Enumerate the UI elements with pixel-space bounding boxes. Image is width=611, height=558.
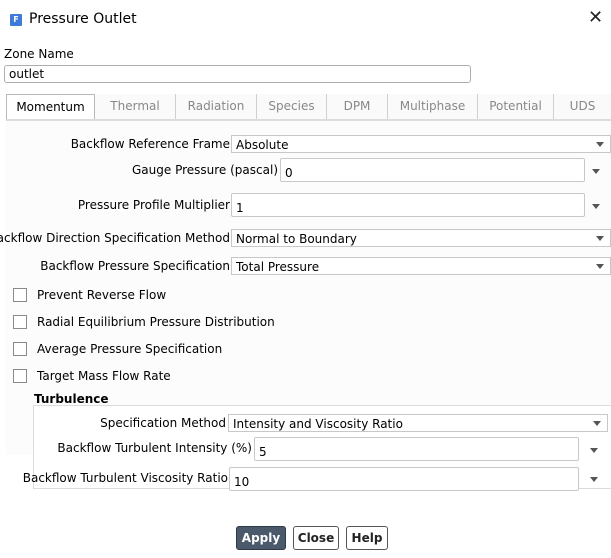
- zone-name-label: Zone Name: [4, 47, 74, 61]
- backflow-reference-frame-value: Absolute: [236, 138, 289, 152]
- prevent-reverse-flow-checkbox[interactable]: [13, 288, 27, 302]
- turbulent-intensity-label: Backflow Turbulent Intensity (%): [57, 441, 252, 455]
- gauge-pressure-input[interactable]: 0: [280, 158, 585, 182]
- window-title: Pressure Outlet: [29, 11, 137, 27]
- pressure-profile-multiplier-value: 1: [236, 201, 244, 215]
- backflow-direction-method-label: Backflow Direction Specification Method: [0, 231, 230, 245]
- backflow-reference-frame-select[interactable]: Absolute: [231, 135, 611, 153]
- backflow-direction-method-select[interactable]: Normal to Boundary: [231, 229, 611, 247]
- specification-method-label: Specification Method: [100, 416, 226, 430]
- turbulent-intensity-value: 5: [259, 445, 267, 459]
- pressure-profile-multiplier-dropdown-icon[interactable]: [592, 204, 600, 209]
- target-mass-flow-checkbox[interactable]: [13, 369, 27, 383]
- average-pressure-checkbox[interactable]: [13, 342, 27, 356]
- tab-potential[interactable]: Potential: [478, 94, 554, 119]
- prevent-reverse-flow-label: Prevent Reverse Flow: [37, 288, 167, 302]
- backflow-direction-method-value: Normal to Boundary: [236, 232, 357, 246]
- tab-radiation[interactable]: Radiation: [176, 94, 257, 119]
- viscosity-ratio-value: 10: [234, 475, 250, 489]
- pressure-profile-multiplier-input[interactable]: 1: [231, 193, 585, 217]
- specification-method-value: Intensity and Viscosity Ratio: [233, 417, 403, 431]
- apply-button[interactable]: Apply: [236, 526, 286, 550]
- backflow-reference-frame-label: Backflow Reference Frame: [70, 137, 230, 151]
- tab-multiphase[interactable]: Multiphase: [388, 94, 478, 119]
- tab-bar: Momentum Thermal Radiation Species DPM M…: [6, 94, 611, 121]
- tab-dpm[interactable]: DPM: [327, 94, 388, 119]
- chevron-down-icon: [596, 264, 604, 269]
- backflow-pressure-spec-value: Total Pressure: [236, 260, 320, 274]
- help-button[interactable]: Help: [346, 526, 388, 550]
- pressure-profile-multiplier-label: Pressure Profile Multiplier: [77, 198, 230, 212]
- gauge-pressure-value: 0: [285, 166, 293, 180]
- zone-name-input[interactable]: [4, 65, 471, 83]
- viscosity-ratio-dropdown-icon[interactable]: [590, 477, 598, 482]
- app-icon: F: [10, 14, 22, 26]
- turbulence-section-title: Turbulence: [34, 392, 109, 406]
- viscosity-ratio-input[interactable]: 10: [229, 467, 579, 491]
- tab-thermal[interactable]: Thermal: [95, 94, 176, 119]
- turbulent-intensity-input[interactable]: 5: [254, 437, 579, 461]
- chevron-down-icon: [596, 142, 604, 147]
- viscosity-ratio-label: Backflow Turbulent Viscosity Ratio: [22, 471, 228, 485]
- specification-method-select[interactable]: Intensity and Viscosity Ratio: [228, 414, 608, 432]
- gauge-pressure-label: Gauge Pressure (pascal): [132, 163, 278, 177]
- radial-equilibrium-label: Radial Equilibrium Pressure Distribution: [37, 315, 275, 329]
- radial-equilibrium-checkbox[interactable]: [13, 315, 27, 329]
- chevron-down-icon: [596, 236, 604, 241]
- gauge-pressure-dropdown-icon[interactable]: [592, 169, 600, 174]
- close-icon[interactable]: ✕: [588, 9, 603, 27]
- target-mass-flow-label: Target Mass Flow Rate: [37, 369, 171, 383]
- close-button[interactable]: Close: [293, 526, 339, 550]
- average-pressure-label: Average Pressure Specification: [37, 342, 223, 356]
- turbulent-intensity-dropdown-icon[interactable]: [590, 448, 598, 453]
- backflow-pressure-spec-select[interactable]: Total Pressure: [231, 257, 611, 275]
- backflow-pressure-spec-label: Backflow Pressure Specification: [40, 259, 230, 273]
- tab-species[interactable]: Species: [257, 94, 327, 119]
- tab-uds[interactable]: UDS: [554, 94, 611, 119]
- tab-momentum[interactable]: Momentum: [6, 94, 95, 121]
- chevron-down-icon: [593, 421, 601, 426]
